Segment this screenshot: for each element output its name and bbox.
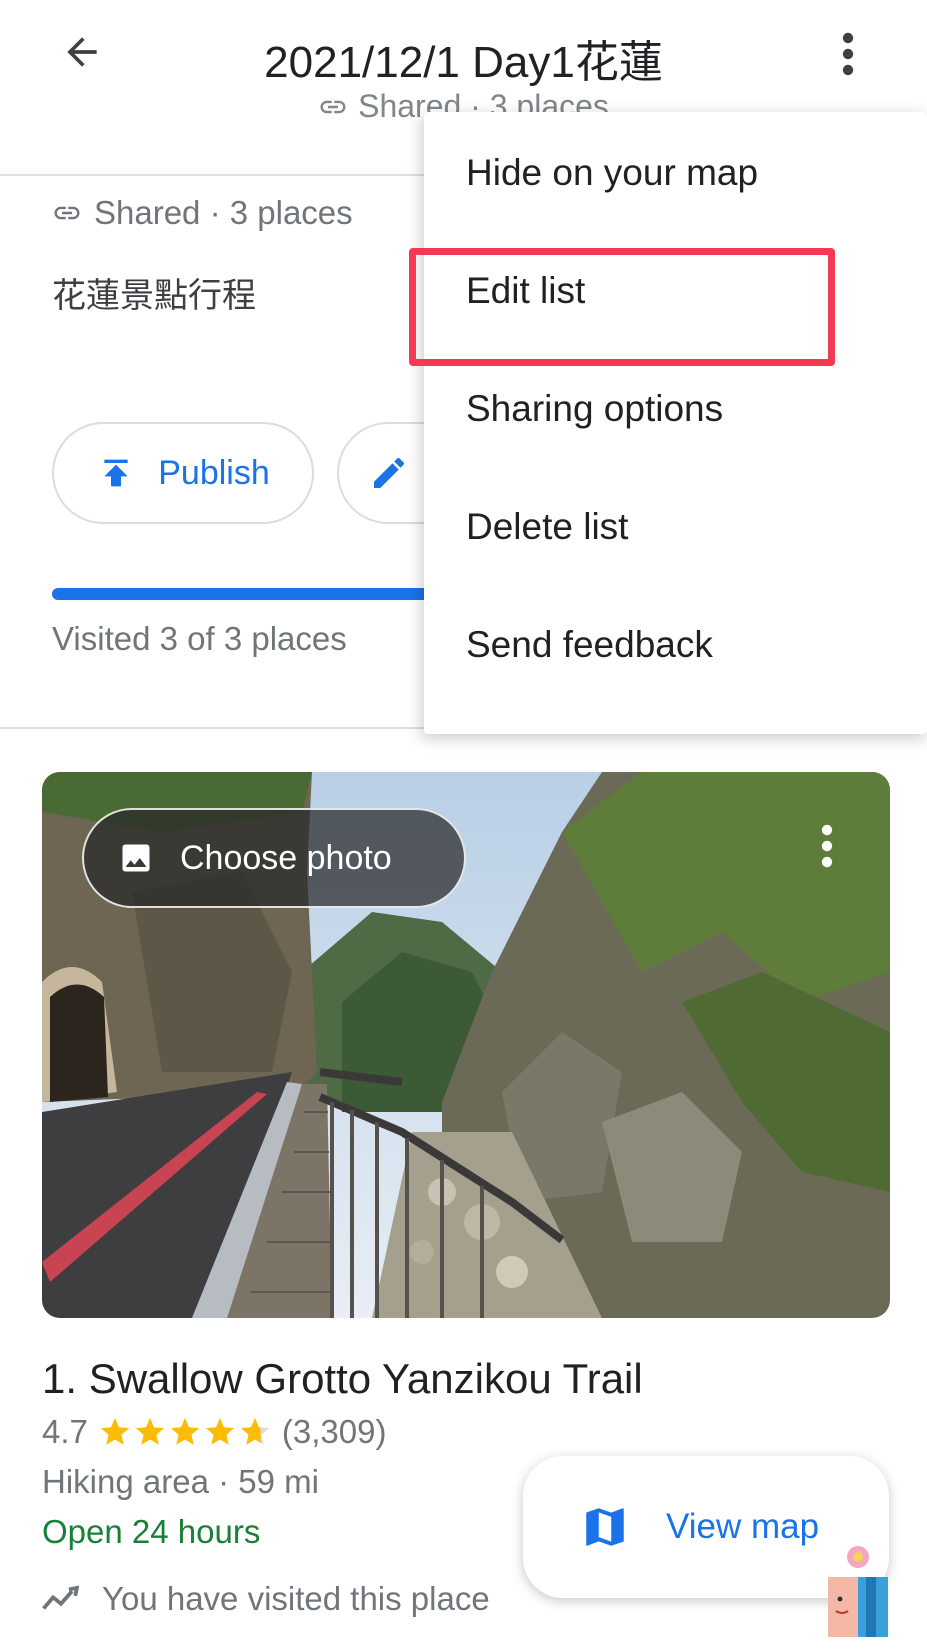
menu-item-sharing-options[interactable]: Sharing options — [424, 354, 927, 464]
view-map-label: View map — [666, 1507, 820, 1546]
trending-icon — [42, 1585, 80, 1610]
map-icon — [586, 1508, 624, 1546]
star-icon — [205, 1417, 235, 1445]
menu-item-send-feedback[interactable]: Send feedback — [424, 590, 927, 700]
visited-note-text: You have visited this place — [102, 1580, 490, 1617]
rating-row: 4.7 (3,309) — [42, 1413, 386, 1451]
menu-item-hide-on-map[interactable]: Hide on your map — [424, 118, 927, 228]
overflow-menu: Hide on your map Edit list Sharing optio… — [424, 112, 927, 734]
review-count: (3,309) — [281, 1413, 387, 1450]
shared-status: Shared · 3 places — [52, 194, 353, 232]
place-more-options-button[interactable] — [802, 816, 852, 876]
rating-value: 4.7 — [42, 1413, 88, 1450]
choose-photo-button[interactable]: Choose photo — [82, 808, 466, 908]
more-vert-icon — [842, 32, 854, 76]
link-icon — [54, 206, 80, 220]
star-icon — [135, 1417, 165, 1445]
category-distance: Hiking area · 59 mi — [42, 1463, 319, 1500]
choose-photo-label: Choose photo — [180, 838, 392, 877]
menu-item-delete-list[interactable]: Delete list — [424, 472, 927, 582]
visited-count: Visited 3 of 3 places — [52, 620, 347, 657]
list-description: 花蓮景點行程 — [52, 277, 256, 315]
list-title: 2021/12/1 Day1花蓮 — [264, 38, 663, 87]
place-name[interactable]: 1. Swallow Grotto Yanzikou Trail — [42, 1355, 643, 1403]
star-half-icon — [240, 1417, 270, 1445]
visited-note: You have visited this place — [42, 1580, 490, 1618]
link-icon — [320, 100, 346, 113]
gift-sticker-icon — [828, 1546, 888, 1637]
star-icon — [170, 1417, 200, 1445]
star-icon — [100, 1417, 130, 1445]
publish-label: Publish — [158, 453, 270, 492]
more-vert-icon — [821, 824, 833, 868]
pencil-icon — [374, 457, 405, 488]
image-icon — [122, 844, 150, 872]
shared-status-text: Shared · 3 places — [94, 194, 353, 231]
opening-hours: Open 24 hours — [42, 1513, 261, 1550]
highlight-annotation — [409, 248, 835, 366]
rating-stars — [98, 1415, 272, 1449]
publish-button[interactable]: Publish — [52, 422, 314, 524]
publish-icon — [104, 459, 128, 487]
place-photo[interactable]: Choose photo — [42, 772, 890, 1318]
more-options-button[interactable] — [818, 24, 878, 84]
